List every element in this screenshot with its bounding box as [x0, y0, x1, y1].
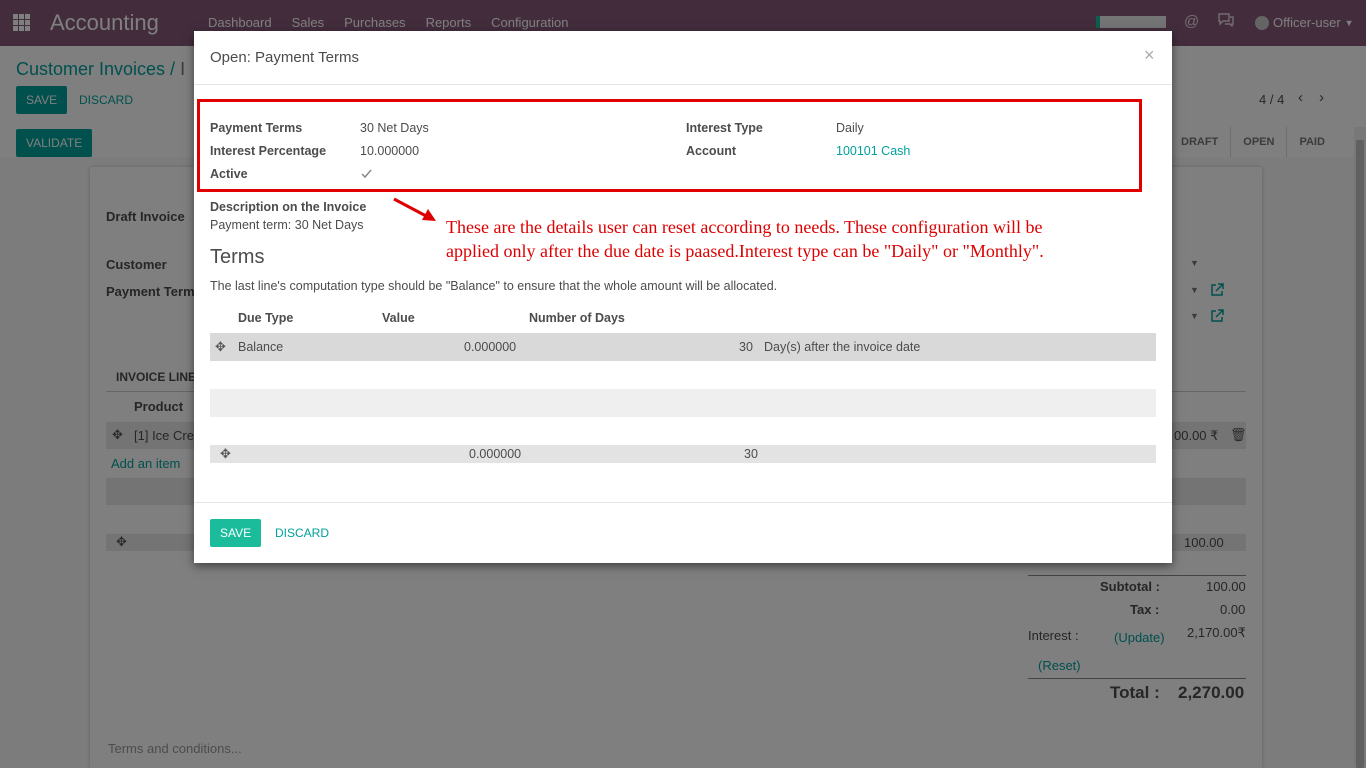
- column-number-of-days: Number of Days: [529, 311, 625, 325]
- terms-section-title: Terms: [210, 246, 265, 268]
- totals-row: ✥ 0.000000 30: [210, 445, 1156, 463]
- drag-handle-icon[interactable]: ✥: [215, 339, 226, 355]
- modal-save-button[interactable]: SAVE: [210, 519, 262, 547]
- table-row[interactable]: ✥ Balance 0.000000 30 Day(s) after the i…: [210, 333, 1156, 361]
- terms-help-text: The last line's computation type should …: [210, 279, 778, 293]
- modal-discard-button[interactable]: DISCARD: [275, 526, 329, 540]
- due-type-cell: Balance: [238, 340, 284, 354]
- totals-value-cell: 0.000000: [469, 447, 522, 461]
- option-cell: Day(s) after the invoice date: [764, 340, 921, 354]
- column-due-type: Due Type: [238, 311, 294, 325]
- close-icon[interactable]: ×: [1144, 45, 1155, 66]
- drag-handle-icon[interactable]: ✥: [220, 446, 231, 462]
- description-field[interactable]: Payment term: 30 Net Days: [210, 218, 364, 232]
- modal-header: Open: Payment Terms ×: [194, 31, 1172, 85]
- modal-footer-divider: [194, 502, 1172, 503]
- totals-days-cell: 30: [744, 447, 758, 461]
- modal-title: Open: Payment Terms: [210, 49, 359, 66]
- days-cell: 30: [739, 340, 753, 354]
- annotation-text: These are the details user can reset acc…: [446, 217, 1044, 261]
- description-label: Description on the Invoice: [210, 200, 367, 214]
- empty-row: [210, 389, 1156, 417]
- column-value: Value: [382, 311, 415, 325]
- value-cell: 0.000000: [464, 340, 517, 354]
- annotation-highlight-box: [197, 99, 1142, 192]
- annotation-arrow-icon: [392, 197, 438, 226]
